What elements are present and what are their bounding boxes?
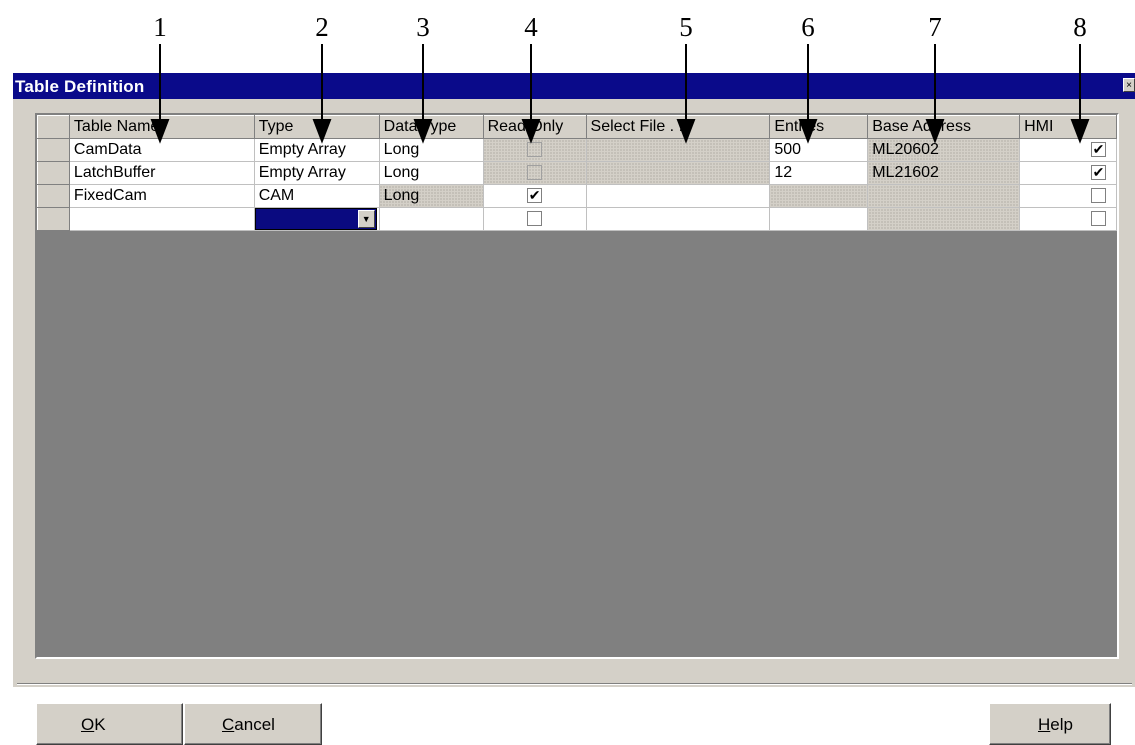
callout-2: 2 [315, 12, 329, 42]
callout-5: 5 [679, 12, 693, 42]
help-mnemonic: H [1038, 715, 1051, 734]
entries-cell[interactable] [769, 207, 869, 231]
table-definition-dialog: Table Definition × Table Name Type Data … [12, 72, 1135, 745]
select-file-cell[interactable] [585, 207, 771, 231]
select-file-cell [585, 161, 771, 185]
hmi-checkbox[interactable]: ✔ [1091, 142, 1106, 158]
entries-cell[interactable]: 12 [769, 161, 869, 185]
hmi-checkbox[interactable]: ✔ [1091, 165, 1106, 181]
base-address-cell: ML21602 [867, 161, 1021, 185]
read-only-checkbox [527, 165, 543, 181]
chevron-down-icon[interactable]: ▼ [357, 210, 375, 228]
title-bar[interactable]: Table Definition × [13, 73, 1135, 99]
callout-7: 7 [928, 12, 942, 42]
callout-4: 4 [524, 12, 538, 42]
table-grid[interactable]: Table Name Type Data Type Read Only Sele… [35, 113, 1119, 659]
select-file-cell [585, 138, 771, 162]
table-row: ▼ [37, 207, 1117, 231]
read-only-cell[interactable]: ✔ [482, 184, 587, 208]
type-dropdown[interactable]: ▼ [255, 208, 377, 230]
row-header[interactable] [37, 138, 70, 162]
dialog-title: Table Definition [15, 77, 145, 96]
column-header-type[interactable]: Type [253, 115, 380, 139]
hmi-checkbox[interactable] [1091, 188, 1106, 204]
callout-3: 3 [416, 12, 430, 42]
type-cell[interactable]: Empty Array [253, 138, 380, 162]
data-type-cell[interactable]: Long [378, 161, 484, 185]
column-header-base-address[interactable]: Base Address [867, 115, 1021, 139]
ok-mnemonic: O [81, 715, 95, 734]
base-address-cell [867, 184, 1021, 208]
read-only-cell [482, 138, 587, 162]
read-only-checkbox[interactable] [527, 211, 543, 227]
hmi-cell[interactable]: ✔ [1019, 138, 1117, 162]
base-address-cell: ML20602 [867, 138, 1021, 162]
column-header-select-file[interactable]: Select File . . . [585, 115, 771, 139]
column-header-data-type[interactable]: Data Type [378, 115, 484, 139]
type-cell[interactable]: ▼ [253, 207, 380, 231]
cancel-label: ancel [234, 715, 275, 734]
read-only-checkbox [527, 142, 543, 158]
type-cell[interactable]: Empty Array [253, 161, 380, 185]
entries-cell[interactable]: 500 [769, 138, 869, 162]
table-row: FixedCam CAM Long ✔ [37, 184, 1117, 208]
read-only-cell[interactable] [482, 207, 587, 231]
row-header[interactable] [37, 184, 70, 208]
cancel-button[interactable]: Cancel [184, 703, 322, 745]
table-row: CamData Empty Array Long 500 ML20602 ✔ [37, 138, 1117, 162]
column-header-read-only[interactable]: Read Only [482, 115, 587, 139]
read-only-cell [482, 161, 587, 185]
base-address-cell [867, 207, 1021, 231]
callout-1: 1 [153, 12, 167, 42]
data-type-cell[interactable]: Long [378, 138, 484, 162]
hmi-cell[interactable] [1019, 207, 1117, 231]
corner-header[interactable] [37, 115, 70, 139]
table-row: LatchBuffer Empty Array Long 12 ML21602 … [37, 161, 1117, 185]
data-type-cell[interactable] [378, 207, 484, 231]
hmi-cell[interactable]: ✔ [1019, 161, 1117, 185]
table-name-cell[interactable]: CamData [68, 138, 255, 162]
type-cell[interactable]: CAM [253, 184, 380, 208]
callout-8: 8 [1073, 12, 1087, 42]
ok-label: K [94, 715, 106, 734]
separator-highlight [17, 684, 1132, 685]
column-header-entries[interactable]: Entries [769, 115, 869, 139]
row-header[interactable] [37, 207, 70, 231]
table-name-cell[interactable] [68, 207, 255, 231]
entries-cell [769, 184, 869, 208]
cancel-mnemonic: C [222, 715, 235, 734]
close-icon[interactable]: × [1123, 78, 1135, 92]
hmi-checkbox[interactable] [1091, 211, 1106, 227]
help-button[interactable]: Help [989, 703, 1111, 745]
column-header-table-name[interactable]: Table Name [68, 115, 255, 139]
header-row: Table Name Type Data Type Read Only Sele… [37, 115, 1117, 139]
ok-button[interactable]: OK [36, 703, 183, 745]
help-label: elp [1050, 715, 1073, 734]
select-file-cell[interactable] [585, 184, 771, 208]
table-name-cell[interactable]: LatchBuffer [68, 161, 255, 185]
column-header-hmi[interactable]: HMI [1019, 115, 1117, 139]
hmi-cell[interactable] [1019, 184, 1117, 208]
callout-6: 6 [801, 12, 815, 42]
data-type-cell: Long [378, 184, 484, 208]
row-header[interactable] [37, 161, 70, 185]
read-only-checkbox[interactable]: ✔ [527, 188, 543, 204]
definition-table: Table Name Type Data Type Read Only Sele… [37, 115, 1117, 231]
table-name-cell[interactable]: FixedCam [68, 184, 255, 208]
